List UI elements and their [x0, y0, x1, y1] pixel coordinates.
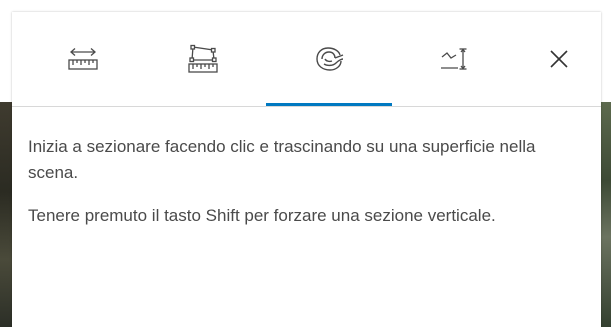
elevation-tool-button[interactable] — [392, 12, 518, 106]
slice-button[interactable] — [266, 12, 392, 106]
slice-icon — [316, 47, 344, 71]
area-measure-icon — [188, 44, 218, 73]
tool-toolbar — [12, 12, 601, 107]
instructions-text: Inizia a sezionare facendo clic e trasci… — [28, 134, 558, 246]
scene-view-right[interactable] — [601, 102, 611, 327]
area-measure-button[interactable] — [140, 12, 266, 106]
instruction-shift-vertical: Tenere premuto il tasto Shift per forzar… — [28, 206, 496, 225]
distance-measure-icon — [68, 48, 98, 70]
close-button[interactable] — [516, 12, 601, 106]
close-icon — [549, 50, 568, 68]
scene-view-left[interactable] — [0, 102, 12, 327]
elevation-profile-icon — [441, 48, 467, 70]
instruction-start-slice: Inizia a sezionare facendo clic e trasci… — [28, 137, 536, 182]
distance-measure-button[interactable] — [20, 12, 146, 106]
